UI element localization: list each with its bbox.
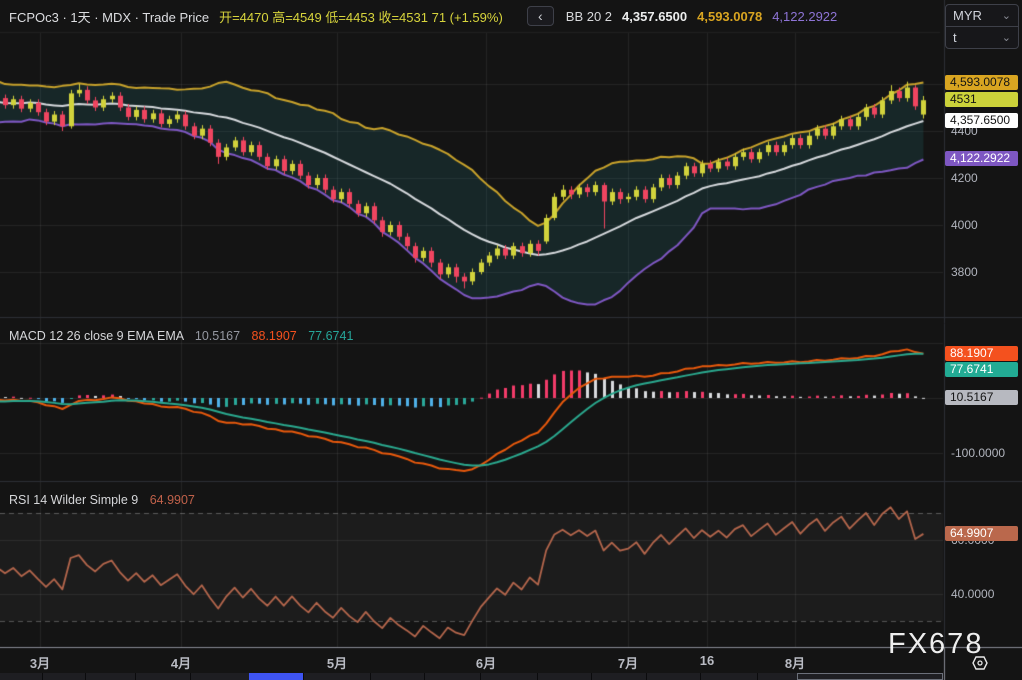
macd-tag-hist: 10.5167 bbox=[945, 390, 1018, 405]
bb-upper-value: 4,593.0078 bbox=[697, 8, 763, 24]
price-tag-bb-upper: 4,593.0078 bbox=[945, 75, 1018, 90]
scrollbar-active-segment[interactable] bbox=[249, 673, 303, 680]
scrollbar-divider bbox=[42, 673, 43, 680]
scrollbar-divider bbox=[424, 673, 425, 680]
scrollbar-viewport[interactable] bbox=[797, 673, 943, 680]
time-tick: 16 bbox=[699, 653, 715, 668]
symbol-title: FCPOc3 · 1天 · MDX · Trade Price bbox=[9, 9, 210, 25]
unit-select[interactable]: t ⌄ bbox=[946, 26, 1018, 48]
logo-hexagon-icon[interactable] bbox=[971, 654, 989, 672]
macd-header: MACD 12 26 close 9 EMA EMA 10.5167 88.19… bbox=[9, 329, 353, 343]
chevron-down-icon: ⌄ bbox=[1001, 31, 1011, 44]
time-tick: 4月 bbox=[170, 656, 192, 671]
price-tick: 4200 bbox=[951, 171, 978, 185]
scrollbar-divider bbox=[85, 673, 86, 680]
macd-hist-value: 10.5167 bbox=[194, 329, 241, 343]
macd-line-value: 88.1907 bbox=[251, 329, 297, 343]
rsi-tick: 40.0000 bbox=[951, 587, 995, 601]
price-tag-bb-lower: 4,122.2922 bbox=[945, 151, 1018, 166]
scrollbar-strip[interactable] bbox=[0, 673, 943, 680]
scrollbar-divider bbox=[190, 673, 191, 680]
scrollbar-divider bbox=[480, 673, 481, 680]
back-button[interactable]: ‹ bbox=[526, 6, 554, 26]
time-axis[interactable]: 3月 4月 5月 6月 7月 16 8月 bbox=[0, 648, 943, 672]
scrollbar-divider bbox=[646, 673, 647, 680]
scrollbar-divider bbox=[370, 673, 371, 680]
toolbar: FCPOc3 · 1天 · MDX · Trade Price 开=4470 高… bbox=[0, 0, 949, 32]
scrollbar-divider bbox=[537, 673, 538, 680]
currency-unit-selector: MYR ⌄ t ⌄ bbox=[945, 4, 1019, 49]
time-tick: 3月 bbox=[29, 656, 51, 671]
macd-tag-line: 88.1907 bbox=[945, 346, 1018, 361]
watermark-fx678: FX678 bbox=[888, 628, 984, 660]
currency-select[interactable]: MYR ⌄ bbox=[946, 5, 1018, 26]
rsi-header: RSI 14 Wilder Simple 9 64.9907 bbox=[9, 493, 195, 507]
scrollbar-divider bbox=[135, 673, 136, 680]
price-tag-bb-basis: 4,357.6500 bbox=[945, 113, 1018, 128]
time-tick: 8月 bbox=[784, 656, 806, 671]
bb-lower-value: 4,122.2922 bbox=[772, 8, 838, 24]
scrollbar-divider bbox=[591, 673, 592, 680]
trading-chart-app: FCPOc3 · 1天 · MDX · Trade Price 开=4470 高… bbox=[0, 0, 1022, 680]
price-axis[interactable]: 4400420040003800-100.000060.000040.00004… bbox=[945, 0, 1022, 672]
rsi-tag: 64.9907 bbox=[945, 526, 1018, 541]
price-tag-last: 4531 bbox=[945, 92, 1018, 107]
rsi-value: 64.9907 bbox=[149, 493, 195, 507]
macd-signal-value: 77.6741 bbox=[308, 329, 354, 343]
rsi-title: RSI 14 Wilder Simple 9 bbox=[9, 493, 139, 507]
scrollbar-divider bbox=[757, 673, 758, 680]
scrollbar-divider bbox=[303, 673, 304, 680]
price-tick: 4000 bbox=[951, 218, 978, 232]
macd-title: MACD 12 26 close 9 EMA EMA bbox=[9, 329, 184, 343]
chevron-down-icon: ⌄ bbox=[1001, 9, 1011, 22]
macd-tick: -100.0000 bbox=[951, 446, 1006, 460]
chevron-left-icon: ‹ bbox=[537, 8, 543, 24]
time-tick: 7月 bbox=[617, 656, 639, 671]
ohlc-values: 开=4470 高=4549 低=4453 收=4531 71 (+1.59%) bbox=[219, 9, 503, 25]
macd-tag-signal: 77.6741 bbox=[945, 362, 1018, 377]
time-tick: 6月 bbox=[475, 656, 497, 671]
scrollbar-divider bbox=[700, 673, 701, 680]
time-tick: 5月 bbox=[326, 656, 348, 671]
bb-basis-value: 4,357.6500 bbox=[622, 8, 688, 24]
currency-value: MYR bbox=[953, 8, 982, 23]
unit-value: t bbox=[953, 30, 957, 45]
price-tick: 3800 bbox=[951, 265, 978, 279]
bb-indicator-label: BB 20 2 bbox=[565, 8, 613, 24]
